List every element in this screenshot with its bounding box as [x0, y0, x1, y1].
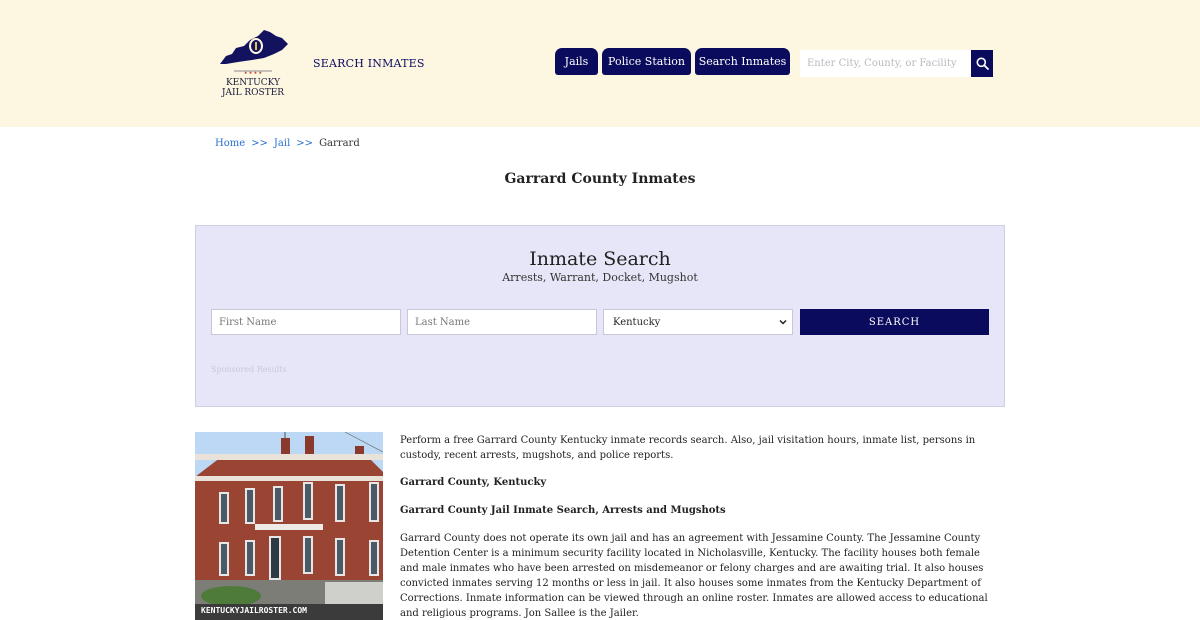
panel-title: Inmate Search	[529, 248, 671, 270]
panel-subtitle: Arrests, Warrant, Docket, Mugshot	[502, 271, 698, 284]
breadcrumb: Home >> Jail >> Garrard	[215, 138, 360, 149]
chevron-down-icon	[779, 319, 787, 325]
county-description: Perform a free Garrard County Kentucky i…	[400, 433, 1000, 620]
breadcrumb-separator: >>	[251, 138, 268, 149]
logo-line-1: KENTUCKY	[225, 78, 281, 88]
body-paragraph: Garrard County does not operate its own …	[400, 533, 988, 619]
nav-search-inmates-button[interactable]: Search Inmates	[695, 48, 790, 75]
inmate-search-heading: Garrard County Jail Inmate Search, Arres…	[400, 505, 726, 516]
breadcrumb-home-link[interactable]: Home	[215, 138, 245, 149]
header-search-button[interactable]	[971, 50, 993, 77]
nav-police-station-button[interactable]: Police Station	[602, 48, 691, 75]
jail-photo: KENTUCKYJAILROSTER.COM	[195, 432, 383, 620]
search-icon	[976, 57, 989, 70]
last-name-input[interactable]	[407, 309, 597, 335]
site-header: ★ ★ ★ ★ KENTUCKY JAIL ROSTER SEARCH INMA…	[0, 0, 1200, 127]
inmate-search-panel: Inmate Search Arrests, Warrant, Docket, …	[195, 225, 1005, 407]
breadcrumb-current: Garrard	[319, 138, 360, 149]
sponsored-results-label: Sponsored Results	[211, 365, 287, 374]
intro-paragraph: Perform a free Garrard County Kentucky i…	[400, 435, 976, 461]
photo-watermark: KENTUCKYJAILROSTER.COM	[201, 606, 307, 615]
breadcrumb-separator: >>	[296, 138, 314, 149]
nav-jails-button[interactable]: Jails	[555, 48, 598, 75]
logo-line-2: JAIL ROSTER	[221, 88, 285, 98]
site-logo[interactable]: ★ ★ ★ ★ KENTUCKY JAIL ROSTER	[216, 26, 290, 100]
search-inmates-link[interactable]: SEARCH INMATES	[313, 57, 425, 70]
kentucky-map-icon: ★ ★ ★ ★	[220, 30, 288, 75]
page-title: Garrard County Inmates	[504, 171, 696, 187]
state-select[interactable]: Kentucky	[603, 309, 793, 335]
jail-building-image: KENTUCKYJAILROSTER.COM	[195, 432, 383, 620]
svg-text:★ ★ ★ ★: ★ ★ ★ ★	[244, 70, 263, 75]
facility-search-input[interactable]	[800, 50, 972, 77]
inmate-search-button[interactable]: SEARCH	[800, 309, 989, 335]
logo-text: KENTUCKY JAIL ROSTER	[216, 78, 290, 98]
first-name-input[interactable]	[211, 309, 401, 335]
state-select-value: Kentucky	[613, 316, 661, 328]
county-heading: Garrard County, Kentucky	[400, 477, 547, 488]
breadcrumb-jail-link[interactable]: Jail	[274, 138, 290, 149]
